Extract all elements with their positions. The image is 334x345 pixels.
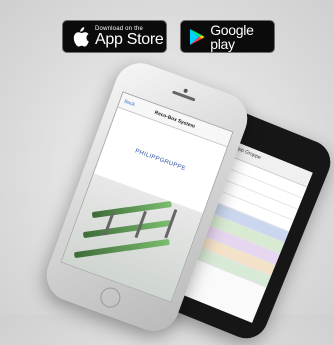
- rail: [73, 238, 170, 259]
- app-store-label: App Store: [95, 30, 164, 48]
- back-button[interactable]: Back: [123, 98, 136, 107]
- brand-logo: PHILIPPGRUPPE: [134, 148, 187, 173]
- rail: [91, 201, 172, 219]
- camera-icon: [183, 88, 189, 94]
- home-button[interactable]: [97, 284, 124, 311]
- google-play-icon: [185, 28, 208, 46]
- rail: [82, 219, 171, 239]
- apple-icon: [67, 26, 93, 47]
- google-play-label: Google play: [210, 21, 254, 52]
- nav-spacer: [215, 134, 226, 138]
- google-play-badge[interactable]: Google play: [180, 20, 275, 53]
- app-store-badge[interactable]: Download on the App Store: [62, 20, 167, 53]
